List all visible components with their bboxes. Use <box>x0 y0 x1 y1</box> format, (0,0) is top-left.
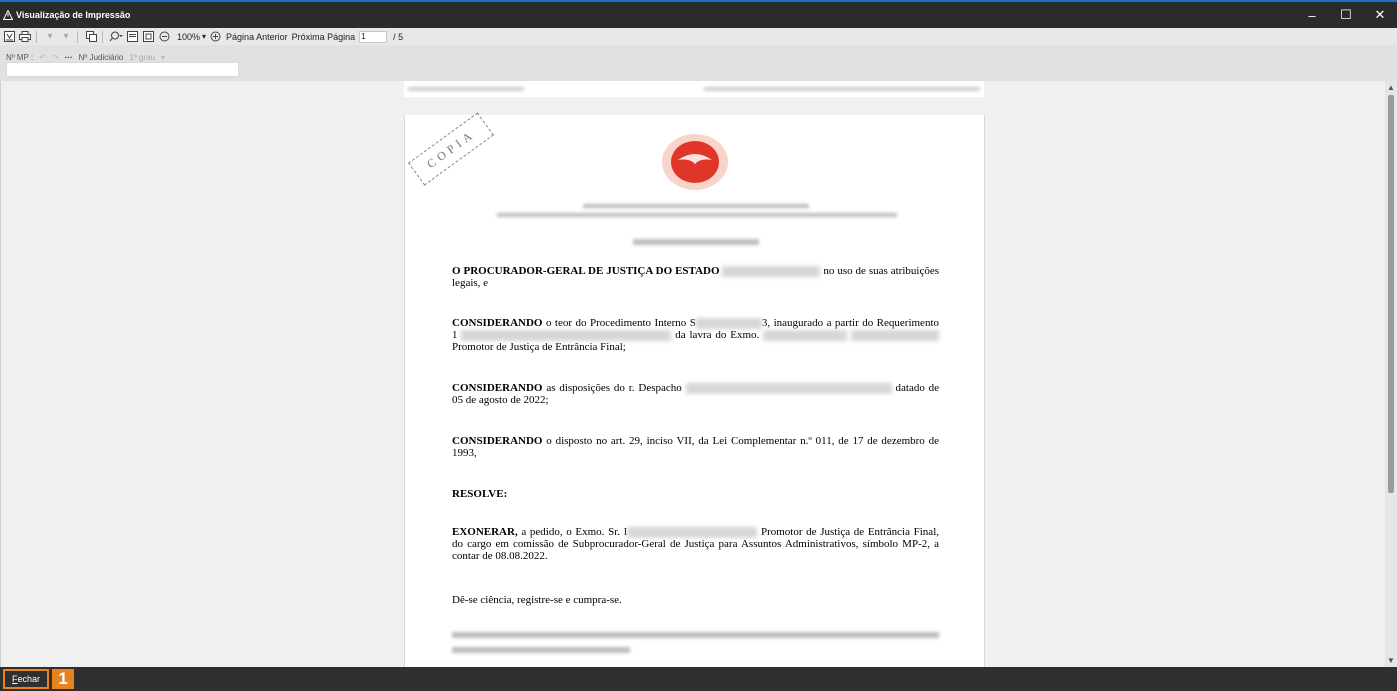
export-icon[interactable] <box>2 29 16 44</box>
mp-number-label: Nº MP : <box>6 53 34 62</box>
paragraph-considering-3: CONSIDERANDO o disposto no art. 29, inci… <box>452 435 939 459</box>
next-page-button[interactable]: Próxima Página <box>292 32 356 42</box>
print-icon[interactable] <box>18 29 32 44</box>
minimize-button[interactable]: – <box>1295 2 1329 28</box>
scroll-down-icon[interactable]: ▼ <box>1387 656 1395 665</box>
paragraph-resolve: RESOLVE: <box>452 488 508 500</box>
whole-page-icon[interactable] <box>141 29 155 44</box>
paragraph-considering-1: CONSIDERANDO o teor do Procedimento Inte… <box>452 317 940 353</box>
page-total: / 5 <box>393 31 404 42</box>
toolbar-separator <box>77 30 78 43</box>
zoom-select[interactable]: 100% ▾ <box>177 32 206 42</box>
paragraph-closing: Dê-se ciência, registre-se e cumpra-se. <box>452 594 622 606</box>
vertical-scrollbar[interactable]: ▲ ▼ <box>1385 81 1397 667</box>
window-title: Visualização de Impressão <box>16 10 131 20</box>
letterhead-line <box>497 213 897 217</box>
redacted-text <box>461 329 672 341</box>
redacted-text <box>763 329 848 341</box>
document-viewer[interactable]: COPIA O PROCURADOR-GERAL DE JUSTIÇA DO E… <box>0 81 1397 667</box>
grade-select[interactable]: 1º grau <box>129 53 155 62</box>
toolbar-separator <box>102 30 103 43</box>
redo-icon[interactable]: ↷ <box>52 53 59 62</box>
copy-stamp: COPIA <box>407 112 495 186</box>
judicial-number-label: Nº Judiciário <box>78 53 124 62</box>
toolbar-separator <box>36 30 37 43</box>
document-page: COPIA O PROCURADOR-GERAL DE JUSTIÇA DO E… <box>404 112 985 667</box>
signature-line <box>452 647 630 653</box>
maximize-button[interactable]: ☐ <box>1329 2 1363 28</box>
signature-line <box>452 632 939 638</box>
app-warning-icon <box>3 10 13 20</box>
mp-number-field[interactable] <box>6 62 239 77</box>
redacted-text <box>851 329 940 341</box>
forward-arrow-icon[interactable]: ▾ <box>59 29 73 44</box>
close-window-button[interactable]: ✕ <box>1363 2 1397 28</box>
page-width-icon[interactable] <box>125 29 139 44</box>
document-heading <box>633 239 759 245</box>
previous-page-button[interactable]: Página Anterior <box>226 32 288 42</box>
redacted-text <box>722 265 821 277</box>
zoom-value: 100% <box>177 31 201 42</box>
step-badge: 1 <box>52 669 74 689</box>
zoom-search-icon[interactable] <box>109 29 123 44</box>
copy-icon[interactable] <box>84 29 98 44</box>
paragraph-exonerate: EXONERAR, a pedido, o Exmo. Sr. I Promot… <box>452 526 940 562</box>
info-bar: Nº MP : ↶ ↷ ··· Nº Judiciário 1º grau ▾ <box>0 45 1397 81</box>
scrollbar-thumb[interactable] <box>1388 95 1394 493</box>
status-bar: Fechar 1 <box>0 667 1397 691</box>
institution-logo-icon <box>662 134 728 190</box>
close-button[interactable]: Fechar <box>3 669 49 689</box>
redacted-text <box>685 382 892 394</box>
paragraph-considering-2: CONSIDERANDO as disposições do r. Despac… <box>452 382 940 406</box>
toolbar: ▾ ▾ 100% ▾ Página Anterior Próxima Págin… <box>0 28 1397 45</box>
undo-icon[interactable]: ↶ <box>39 53 46 62</box>
scroll-up-icon[interactable]: ▲ <box>1387 83 1395 92</box>
more-options-button[interactable]: ··· <box>65 53 73 62</box>
chevron-down-icon: ▾ <box>202 32 207 41</box>
zoom-in-icon[interactable] <box>208 29 222 44</box>
redacted-text <box>627 526 758 538</box>
back-arrow-icon[interactable]: ▾ <box>43 29 57 44</box>
chevron-down-icon: ▾ <box>160 53 165 62</box>
page-number-input[interactable]: 1 <box>359 30 388 43</box>
redacted-text <box>695 317 762 329</box>
title-bar: Visualização de Impressão – ☐ ✕ <box>0 0 1397 28</box>
paragraph-preamble: O PROCURADOR-GERAL DE JUSTIÇA DO ESTADO … <box>452 265 940 289</box>
previous-page-footer <box>404 81 984 97</box>
zoom-out-icon[interactable] <box>157 29 171 44</box>
letterhead-line <box>583 204 809 208</box>
